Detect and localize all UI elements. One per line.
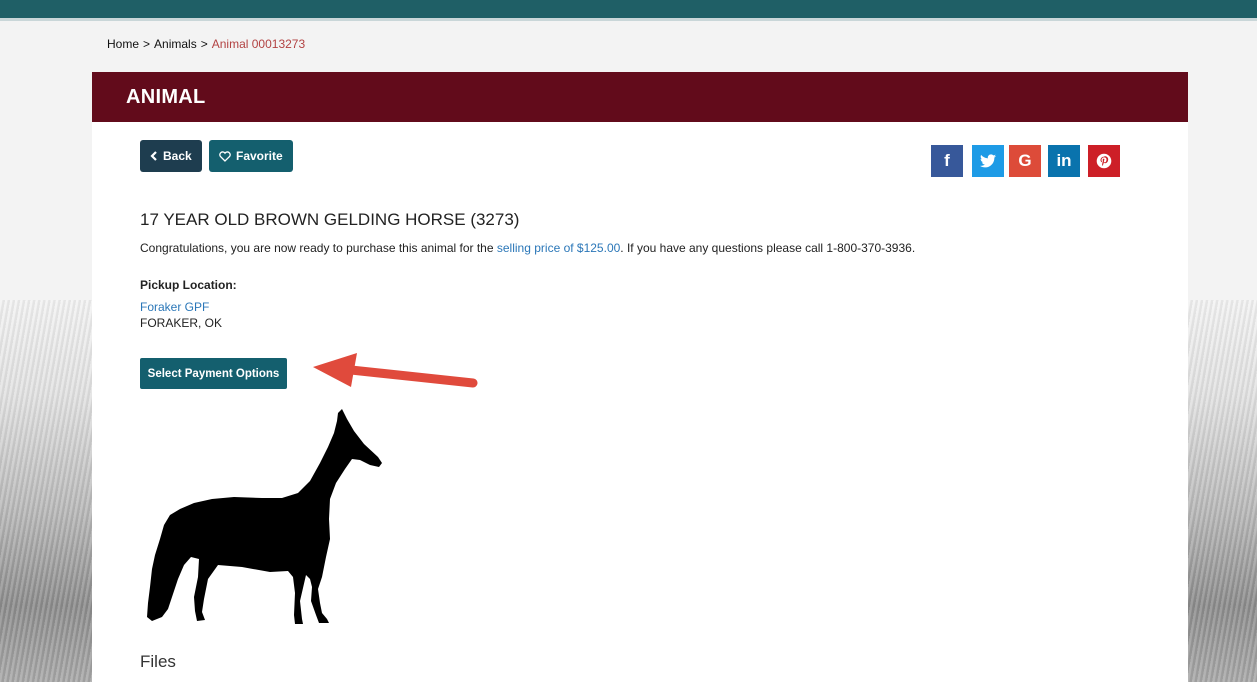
chevron-left-icon xyxy=(150,151,157,161)
google-share-button[interactable]: G xyxy=(1009,145,1041,177)
twitter-share-button[interactable] xyxy=(972,145,1004,177)
pickup-location-link[interactable]: Foraker GPF xyxy=(140,300,209,314)
favorite-button[interactable]: Favorite xyxy=(209,140,293,172)
files-heading: Files xyxy=(140,652,176,671)
animal-title: 17 YEAR OLD BROWN GELDING HORSE (3273) xyxy=(140,210,520,229)
description-text-end: . If you have any questions please call … xyxy=(620,241,916,255)
breadcrumb-current: Animal 00013273 xyxy=(211,37,306,51)
breadcrumb-separator: > xyxy=(143,37,151,51)
linkedin-share-button[interactable]: in xyxy=(1048,145,1080,177)
back-button-label: Back xyxy=(163,149,192,163)
description-text: Congratulations, you are now ready to pu… xyxy=(140,241,497,255)
select-payment-options-button[interactable]: Select Payment Options xyxy=(140,358,287,389)
breadcrumb-home[interactable]: Home xyxy=(107,37,139,51)
panel-header: ANIMAL xyxy=(92,72,1188,122)
twitter-icon xyxy=(980,154,996,168)
pinterest-icon xyxy=(1096,153,1112,169)
selling-price-link[interactable]: selling price of $125.00 xyxy=(497,241,620,255)
google-icon: G xyxy=(1018,151,1032,170)
back-button[interactable]: Back xyxy=(140,140,202,172)
facebook-share-button[interactable]: f xyxy=(931,145,963,177)
breadcrumb-animals[interactable]: Animals xyxy=(154,37,197,51)
heart-icon xyxy=(219,150,231,162)
horse-silhouette xyxy=(147,409,382,624)
red-arrow-annotation xyxy=(313,353,478,388)
pinterest-share-button[interactable] xyxy=(1088,145,1120,177)
pickup-location-city: FORAKER, OK xyxy=(140,316,223,330)
breadcrumb-separator: > xyxy=(200,37,208,51)
favorite-button-label: Favorite xyxy=(236,149,283,163)
linkedin-icon: in xyxy=(1056,151,1072,170)
facebook-icon: f xyxy=(944,151,950,170)
pickup-location-label: Pickup Location: xyxy=(140,278,237,292)
top-bar xyxy=(0,0,1257,21)
purchase-description: Congratulations, you are now ready to pu… xyxy=(140,241,915,255)
animal-panel: ANIMAL Back Favorite f G in 17 YEAR OLD … xyxy=(92,72,1188,682)
page-title: ANIMAL xyxy=(126,85,206,108)
breadcrumb: Home > Animals > Animal 00013273 xyxy=(107,37,305,51)
